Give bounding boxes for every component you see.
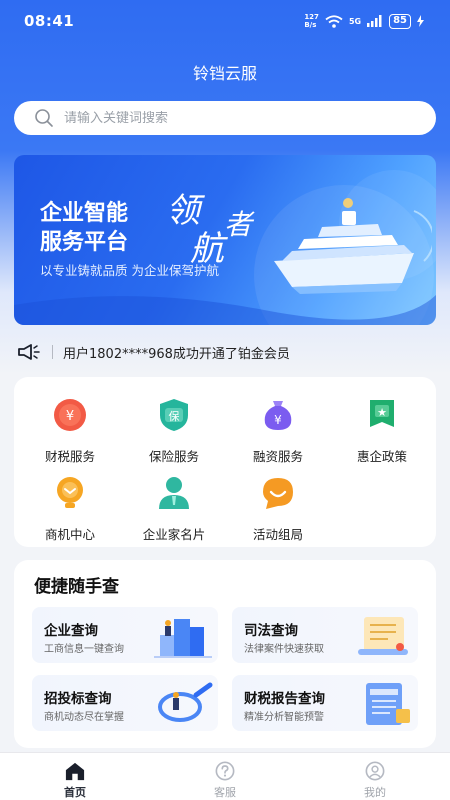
search-bar[interactable]: [14, 101, 436, 135]
banner-title: 企业智能 服务平台: [40, 201, 129, 255]
quick-card-company[interactable]: 企业查询 工商信息一键查询: [32, 607, 218, 663]
policy-icon: ★: [370, 400, 394, 427]
cruise-ship-illustration: [274, 198, 432, 294]
report-illustration: [366, 683, 410, 725]
charging-icon: [417, 15, 424, 27]
tax-icon: ¥: [54, 399, 86, 431]
quick-card-tax-report[interactable]: 财税报告查询 精准分析智能预警: [232, 675, 418, 731]
person-icon: [159, 477, 189, 509]
tab-service[interactable]: 客服: [150, 753, 300, 800]
finance-icon: ¥: [264, 401, 292, 430]
service-finance[interactable]: ¥ 融资服务: [228, 397, 328, 465]
chat-smile-icon: [263, 478, 293, 509]
svg-text:¥: ¥: [66, 409, 74, 424]
svg-text:¥: ¥: [274, 413, 282, 427]
tab-profile[interactable]: 我的: [300, 753, 450, 800]
app-title: 铃铛云服: [192, 64, 257, 83]
service-insurance[interactable]: 保 保险服务: [124, 397, 224, 465]
quick-query-title: 便捷随手查: [34, 577, 119, 597]
magnifier-illustration: [158, 682, 213, 722]
service-tax[interactable]: ¥ 财税服务: [20, 397, 120, 465]
quick-card-bidding[interactable]: 招投标查询 商机动态尽在掌握: [32, 675, 218, 731]
banner-slogan: 以专业铸就品质 为企业保驾护航: [40, 263, 219, 278]
help-icon: [215, 761, 235, 781]
quick-query-panel: 便捷随手查 企业查询 工商信息一键查询 司法查询 法律案件快速获取 招投标查询 …: [14, 560, 436, 748]
document-illustration: [358, 617, 408, 655]
search-input[interactable]: [64, 110, 404, 126]
building-illustration: [154, 619, 212, 658]
insurance-icon: 保: [160, 399, 188, 431]
net-speed: 127 B/s: [304, 13, 319, 29]
promo-banner[interactable]: 企业智能 服务平台 领 者 航 以专业铸就品质 为企业保驾护航: [14, 155, 436, 325]
service-card[interactable]: 企业家名片: [124, 475, 224, 543]
search-icon: [35, 109, 53, 127]
network-type: 5G: [348, 16, 362, 26]
svg-text:★: ★: [377, 406, 387, 419]
tab-home[interactable]: 首页: [0, 753, 150, 800]
wifi-icon: [325, 14, 343, 28]
user-icon: [365, 761, 385, 781]
notice-divider: [52, 345, 53, 359]
status-indicators: 127 B/s 5G 85: [304, 13, 424, 29]
notice-bar[interactable]: 用户1802****968成功开通了铂金会员: [18, 340, 438, 364]
quick-card-judicial[interactable]: 司法查询 法律案件快速获取: [232, 607, 418, 663]
signal-icon: [367, 15, 382, 27]
megaphone-icon: [18, 344, 40, 360]
status-time: 08:41: [24, 12, 75, 30]
home-icon: [65, 762, 85, 781]
service-activity[interactable]: 活动组局: [228, 475, 328, 543]
notice-text: 用户1802****968成功开通了铂金会员: [63, 346, 290, 362]
status-bar: 08:41 127 B/s 5G 85: [0, 0, 450, 42]
service-business[interactable]: 商机中心: [20, 475, 120, 543]
svg-text:保: 保: [169, 409, 180, 423]
battery-indicator: 85: [389, 13, 411, 29]
services-panel: ¥ 财税服务 保 保险服务 ¥ 融资服务 ★ 惠企政策 商机中心 企业家名片 活…: [14, 377, 436, 547]
service-policy[interactable]: ★ 惠企政策: [332, 397, 432, 465]
lightbulb-icon: [57, 477, 83, 508]
bottom-tab-bar: 首页 客服 我的: [0, 752, 450, 800]
